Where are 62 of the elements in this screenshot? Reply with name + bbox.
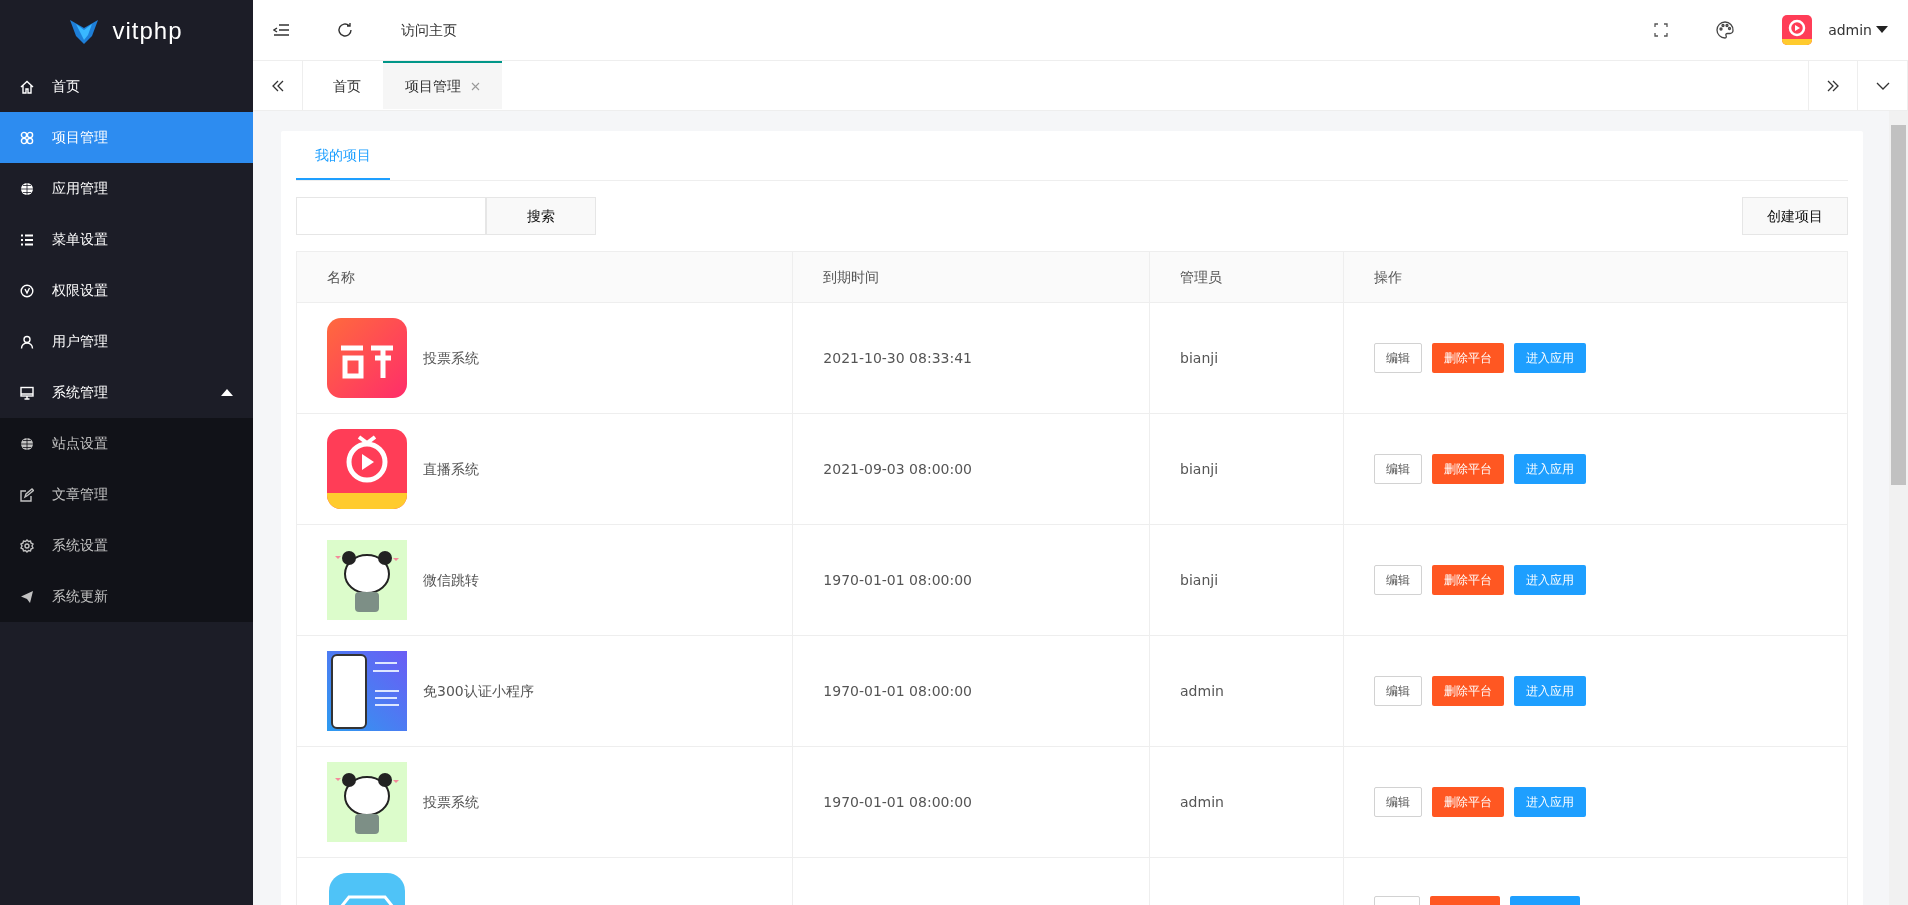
gauge-icon: [20, 283, 34, 298]
menu-toggle-icon[interactable]: [273, 23, 289, 37]
page-tab[interactable]: 项目管理: [383, 61, 502, 109]
table-cell: bianji: [1149, 413, 1344, 525]
edit-button[interactable]: 编辑: [1373, 787, 1422, 817]
edit-button[interactable]: 编辑: [1373, 454, 1422, 484]
menu-item[interactable]: 用户管理: [0, 316, 253, 367]
project-name: 免300认证小程序: [423, 681, 534, 701]
column-header: 到期时间: [792, 251, 1150, 303]
search-field[interactable]: [296, 197, 486, 235]
clover-icon: [20, 130, 34, 145]
menu-item[interactable]: 文章管理: [0, 469, 253, 520]
table-cell: 1970-01-01 08:00:00: [792, 524, 1150, 636]
project-name: 微信跳转: [423, 570, 479, 590]
table-cell: bianji: [1149, 302, 1344, 414]
create-project-button[interactable]: 创建项目: [1742, 197, 1848, 235]
column-header: 名称: [296, 251, 793, 303]
menu-item[interactable]: 系统设置: [0, 520, 253, 571]
menu-item[interactable]: 系统更新: [0, 571, 253, 622]
menu-item[interactable]: 权限设置: [0, 265, 253, 316]
edit-button[interactable]: 编辑: [1373, 676, 1422, 706]
list-icon: [20, 232, 34, 247]
project-name: 投票系统: [423, 792, 479, 812]
table-cell: 1970-01-01 08:00:00: [792, 635, 1150, 747]
avatar-icon[interactable]: [1782, 15, 1813, 45]
logo-icon: [70, 17, 99, 44]
paper-plane-icon: [20, 589, 34, 604]
menu-item[interactable]: 首页: [0, 61, 253, 112]
edit-button[interactable]: 编辑: [1373, 565, 1422, 595]
home-link[interactable]: 访问主页: [401, 19, 457, 41]
column-header: 操作: [1343, 251, 1848, 303]
table-cell: admin: [1149, 746, 1344, 858]
search-button[interactable]: 搜索: [486, 197, 596, 235]
menu-item[interactable]: 菜单设置: [0, 214, 253, 265]
palette-icon[interactable]: [1716, 21, 1735, 39]
globe-icon: [20, 436, 34, 451]
table-cell: 2021-10-30 08:33:41: [792, 302, 1150, 414]
table-cell: bianji: [1149, 524, 1344, 636]
caret-icon: [1876, 26, 1888, 34]
home-icon: [20, 79, 34, 94]
close-icon[interactable]: [471, 81, 480, 91]
menu-item[interactable]: 应用管理: [0, 163, 253, 214]
project-name: 直播系统: [423, 459, 479, 479]
table-cell: 2021-09-03 08:00:00: [792, 413, 1150, 525]
user-icon: [20, 334, 34, 349]
monitor-icon: [20, 385, 34, 400]
edit-button[interactable]: 编辑: [1373, 343, 1422, 373]
menu-item[interactable]: 站点设置: [0, 418, 253, 469]
project-name: 投票系统: [423, 348, 479, 368]
table-cell: 1970-01-01 08:00:00: [792, 746, 1150, 858]
fullscreen-icon[interactable]: [1654, 23, 1669, 37]
logo-text: vitphp: [112, 15, 183, 46]
scroll-right-icon[interactable]: [1808, 61, 1858, 110]
edit-icon: [20, 487, 34, 502]
refresh-icon[interactable]: [337, 22, 353, 38]
gear-icon: [20, 538, 34, 553]
globe-icon: [20, 181, 34, 196]
user-menu[interactable]: admin: [1828, 19, 1888, 41]
menu-item[interactable]: 系统管理: [0, 367, 253, 418]
table-cell: admin: [1149, 635, 1344, 747]
column-header: 管理员: [1149, 251, 1344, 303]
scrollbar[interactable]: [1889, 111, 1908, 905]
